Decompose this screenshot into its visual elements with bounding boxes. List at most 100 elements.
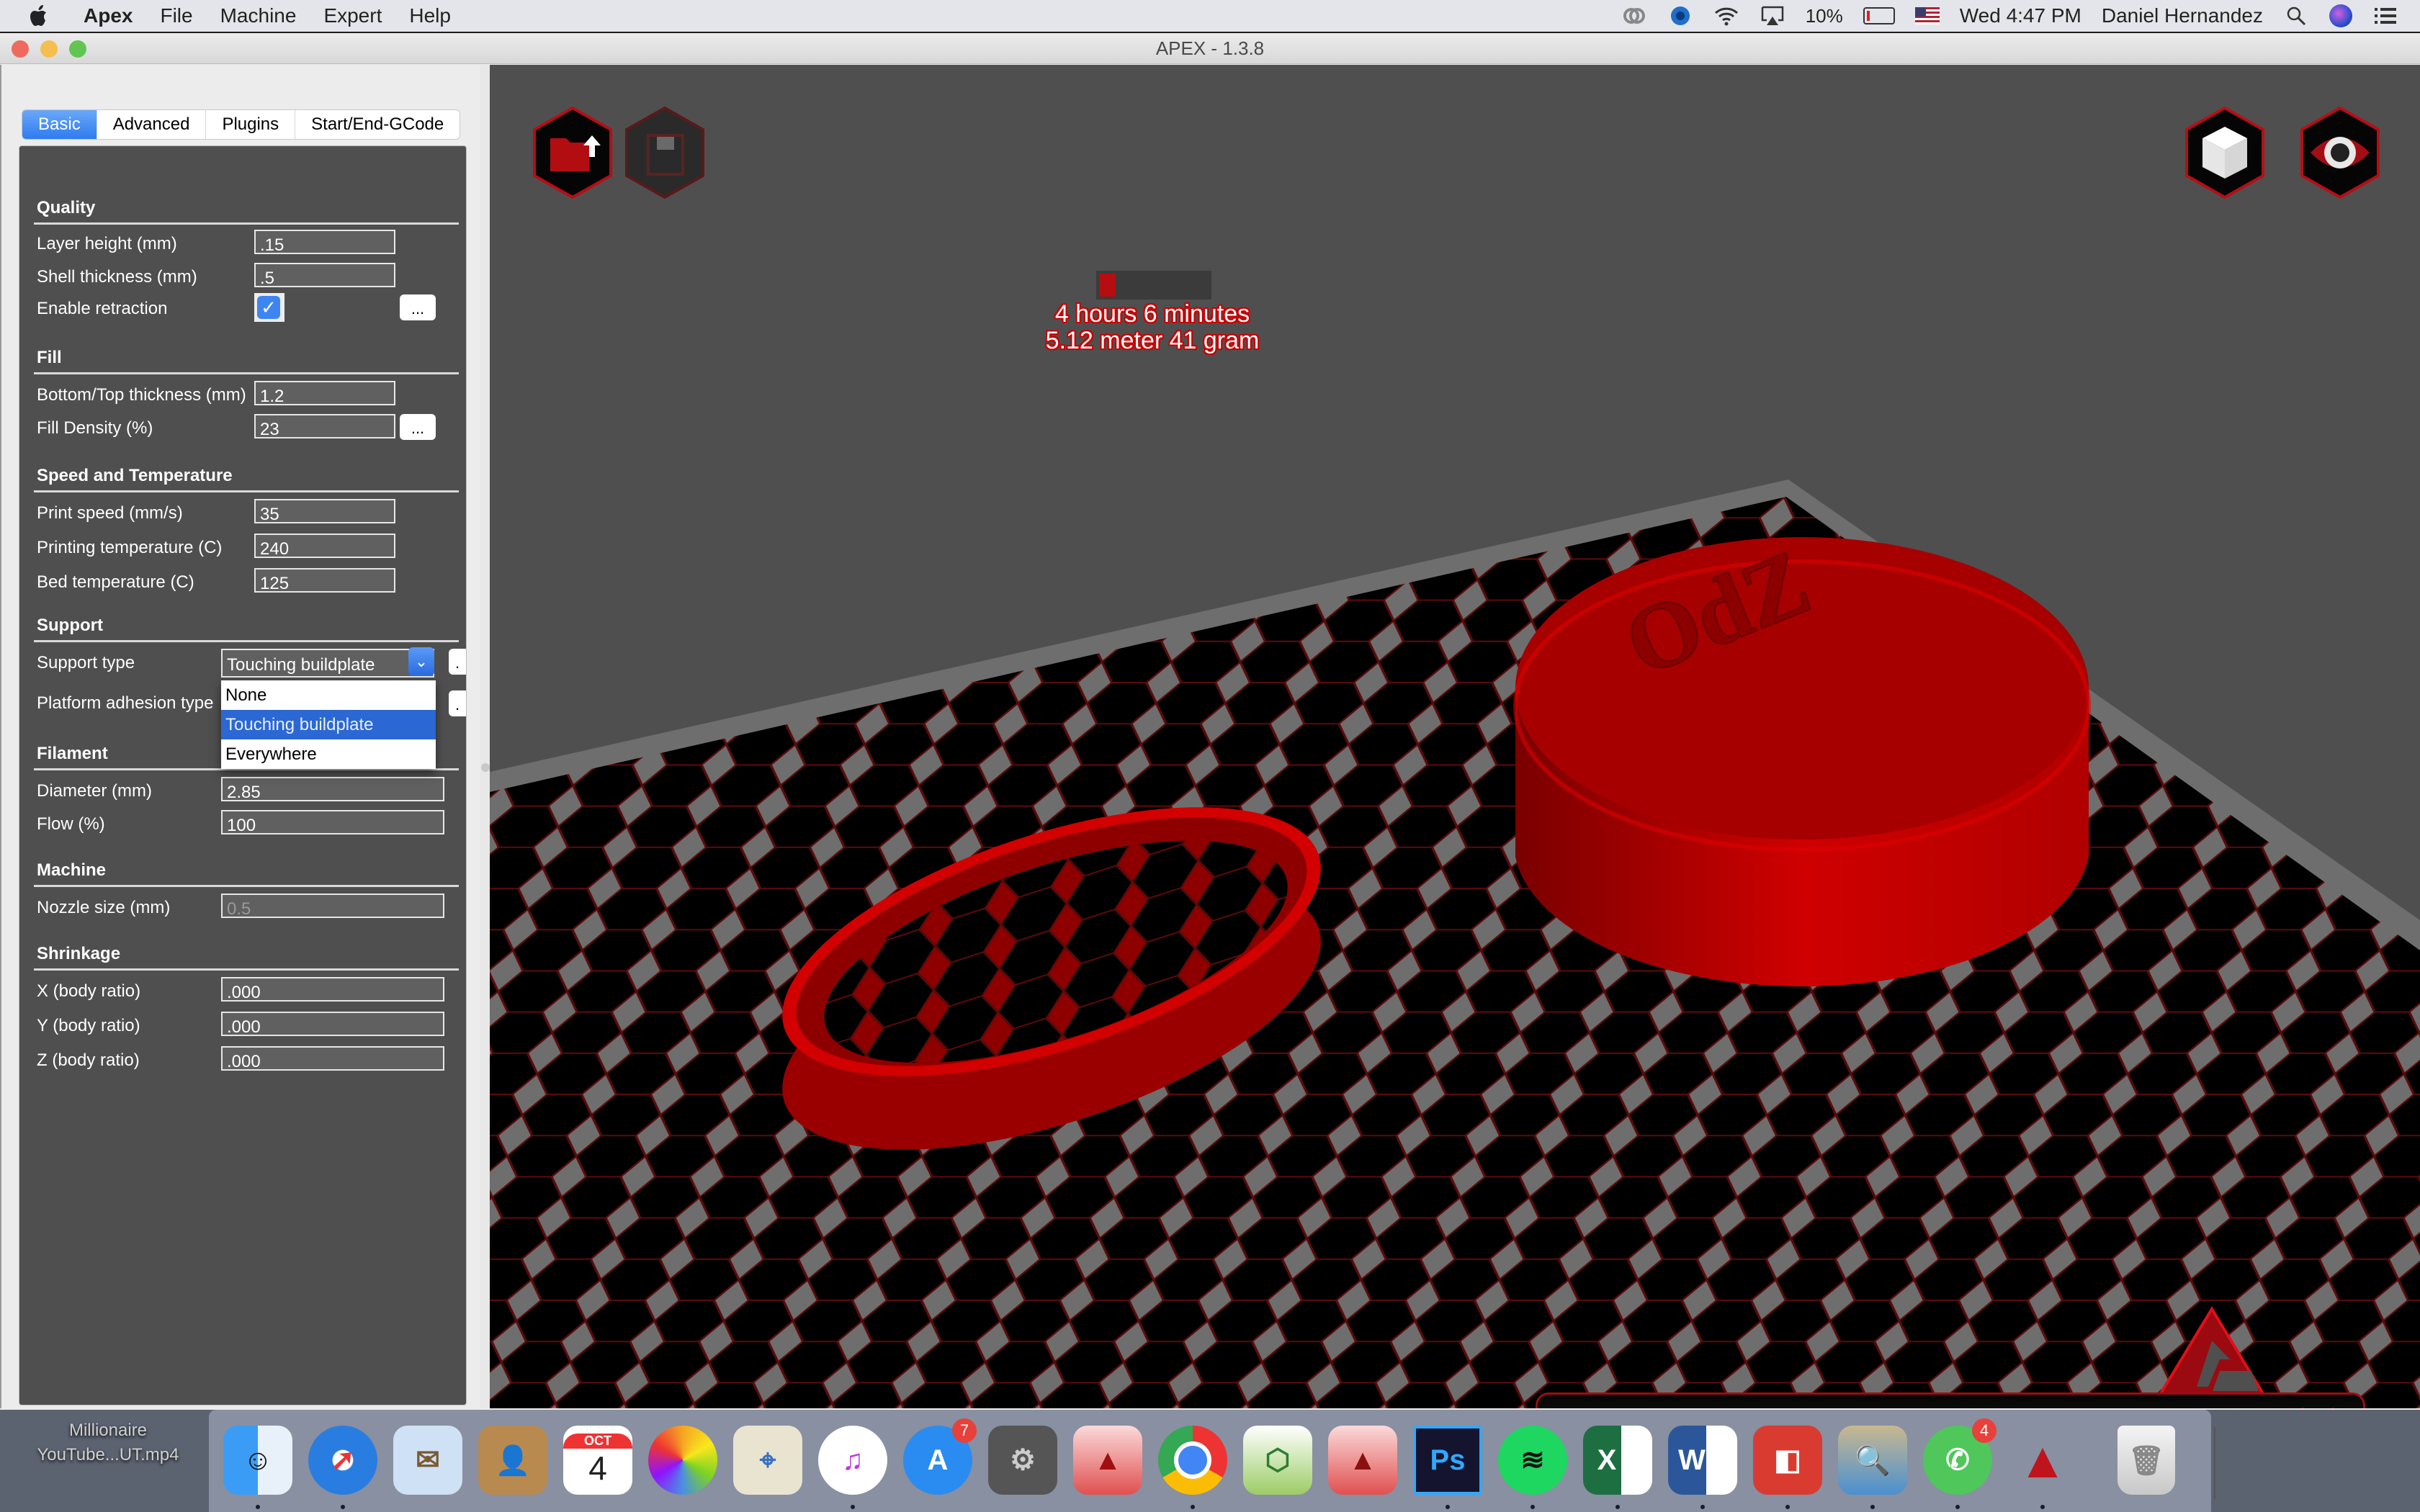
dock-sketchup-icon[interactable]: ◧: [1753, 1426, 1822, 1495]
section-shrinkage: Shrinkage: [34, 944, 459, 971]
nozzle-size-label: Nozzle size (mm): [37, 898, 171, 917]
layer-height-input[interactable]: .15: [254, 230, 395, 254]
photoshop-label: Ps: [1430, 1444, 1466, 1476]
dock-autocad2-icon[interactable]: ▲: [1328, 1426, 1397, 1495]
nozzle-size-input[interactable]: 0.5: [221, 894, 444, 918]
running-indicator: [1531, 1505, 1535, 1509]
tab-basic[interactable]: Basic: [22, 110, 97, 139]
dropdown-option-none[interactable]: None: [221, 680, 436, 710]
dock-preview-icon[interactable]: 🔍: [1838, 1426, 1907, 1495]
dock-itunes-icon[interactable]: ♫: [818, 1426, 887, 1495]
section-divider: [34, 885, 459, 887]
dock-excel-icon[interactable]: X: [1583, 1426, 1652, 1495]
retraction-more-button[interactable]: ...: [400, 294, 436, 320]
print-speed-input[interactable]: 35: [254, 499, 395, 523]
load-model-button[interactable]: [533, 107, 612, 199]
dock-appstore-icon[interactable]: A7: [903, 1418, 977, 1495]
flow-input[interactable]: 100: [221, 810, 444, 834]
dock-word-icon[interactable]: W: [1668, 1426, 1737, 1495]
support-type-select[interactable]: Touching buildplate ⌄: [221, 647, 434, 678]
fill-density-input[interactable]: 23: [254, 414, 395, 438]
siri-icon[interactable]: [2329, 4, 2352, 27]
dropdown-option-everywhere[interactable]: Everywhere: [221, 739, 436, 769]
tab-start-end-gcode[interactable]: Start/End-GCode: [295, 110, 460, 139]
creative-cloud-icon[interactable]: [1621, 5, 1647, 27]
running-indicator: [1446, 1505, 1450, 1509]
wifi-icon[interactable]: [1713, 5, 1739, 27]
bottom-top-thickness-input[interactable]: 1.2: [254, 381, 395, 405]
dock-photos-icon[interactable]: [648, 1426, 717, 1495]
flow-label: Flow (%): [37, 814, 105, 834]
running-indicator: [1191, 1505, 1195, 1509]
menu-clock[interactable]: Wed 4:47 PM: [1960, 4, 2081, 27]
menu-machine[interactable]: Machine: [220, 4, 297, 27]
shell-thickness-input[interactable]: .5: [254, 263, 395, 287]
dock-photoshop-icon[interactable]: Ps: [1413, 1426, 1482, 1495]
menu-file[interactable]: File: [160, 4, 192, 27]
desktop-file-label[interactable]: Millionaire YouTube...UT.mp4: [14, 1418, 202, 1467]
tab-plugins[interactable]: Plugins: [206, 110, 296, 139]
dock-system-preferences-icon[interactable]: ⚙: [988, 1426, 1057, 1495]
section-machine-title: Machine: [37, 860, 107, 880]
dock-whatsapp-icon[interactable]: ✆ 4: [1923, 1418, 1996, 1495]
section-divider: [34, 372, 459, 374]
3d-viewport[interactable]: OdZ 4 hours 6 minutes 5.12 meter 41 gram: [490, 65, 2420, 1408]
dock-finder-icon[interactable]: ☺: [223, 1426, 292, 1495]
diameter-input[interactable]: 2.85: [221, 777, 444, 801]
view-mode-button[interactable]: [2185, 107, 2264, 199]
spotlight-search-icon[interactable]: [2283, 5, 2309, 27]
section-filament-title: Filament: [37, 744, 108, 763]
menu-expert[interactable]: Expert: [323, 4, 382, 27]
dock-apex-icon[interactable]: ▲: [2008, 1426, 2077, 1495]
airplay-icon[interactable]: [1760, 5, 1785, 27]
notification-center-icon[interactable]: [2372, 5, 2398, 27]
splitter-grip-handle[interactable]: [481, 763, 490, 772]
dock-safari-icon[interactable]: ➚: [308, 1426, 377, 1495]
adhesion-more-button[interactable]: .: [449, 690, 466, 716]
dock-network-app-icon[interactable]: ⬡: [1243, 1426, 1312, 1495]
print-time: 4 hours 6 minutes: [1054, 300, 1250, 328]
retraction-checkbox[interactable]: ✓: [254, 293, 284, 322]
dock-trash-icon[interactable]: 🗑: [2118, 1426, 2175, 1495]
running-indicator: [256, 1505, 260, 1509]
dropdown-option-touching-buildplate[interactable]: Touching buildplate: [221, 710, 436, 739]
running-indicator: [2040, 1505, 2045, 1509]
menu-help[interactable]: Help: [409, 4, 451, 27]
dock-spotify-icon[interactable]: ≋: [1498, 1426, 1567, 1495]
menu-user-name[interactable]: Daniel Hernandez: [2102, 4, 2263, 27]
dock-contacts-icon[interactable]: 👤: [478, 1426, 547, 1495]
running-indicator: [1870, 1505, 1875, 1509]
shrinkage-z-input[interactable]: .000: [221, 1046, 444, 1071]
window-titlebar[interactable]: APEX - 1.3.8: [0, 33, 2420, 64]
dock-mail-icon[interactable]: ✉: [393, 1426, 462, 1495]
section-fill-title: Fill: [37, 348, 62, 367]
sync-app-icon[interactable]: [1667, 5, 1693, 27]
fill-more-button[interactable]: ...: [400, 414, 436, 440]
appstore-badge: 7: [952, 1418, 977, 1443]
bed-temperature-input[interactable]: 125: [254, 568, 395, 593]
support-type-dropdown: None Touching buildplate Everywhere: [221, 680, 436, 769]
dock-calendar-icon[interactable]: OCT 4: [563, 1426, 632, 1495]
section-machine: Machine: [34, 860, 459, 887]
dock-autocad-icon[interactable]: ▲: [1073, 1426, 1142, 1495]
dock-maps-icon[interactable]: ⌖: [733, 1426, 802, 1495]
save-gcode-button[interactable]: [625, 107, 704, 199]
file-label-line2: YouTube...UT.mp4: [37, 1445, 179, 1464]
dock-chrome-icon[interactable]: [1158, 1426, 1227, 1495]
shrinkage-x-input[interactable]: .000: [221, 977, 444, 1002]
tab-advanced[interactable]: Advanced: [97, 110, 207, 139]
support-more-button[interactable]: .: [449, 649, 466, 675]
printing-temperature-label: Printing temperature (C): [37, 538, 223, 557]
printing-temperature-input[interactable]: 240: [254, 534, 395, 558]
apple-menu-icon[interactable]: [29, 4, 50, 28]
battery-icon[interactable]: [1863, 7, 1895, 24]
chevron-down-icon[interactable]: ⌄: [408, 647, 434, 676]
menu-app-name[interactable]: Apex: [84, 4, 133, 27]
battery-percent: 10%: [1805, 4, 1843, 27]
input-source-flag-icon[interactable]: [1914, 7, 1940, 24]
disc-model[interactable]: OdZ: [1513, 529, 2091, 987]
view-options-button[interactable]: [2300, 107, 2380, 199]
shrinkage-y-input[interactable]: .000: [221, 1012, 444, 1036]
retraction-label: Enable retraction: [37, 299, 168, 318]
shrinkage-x-label: X (body ratio): [37, 981, 141, 1001]
